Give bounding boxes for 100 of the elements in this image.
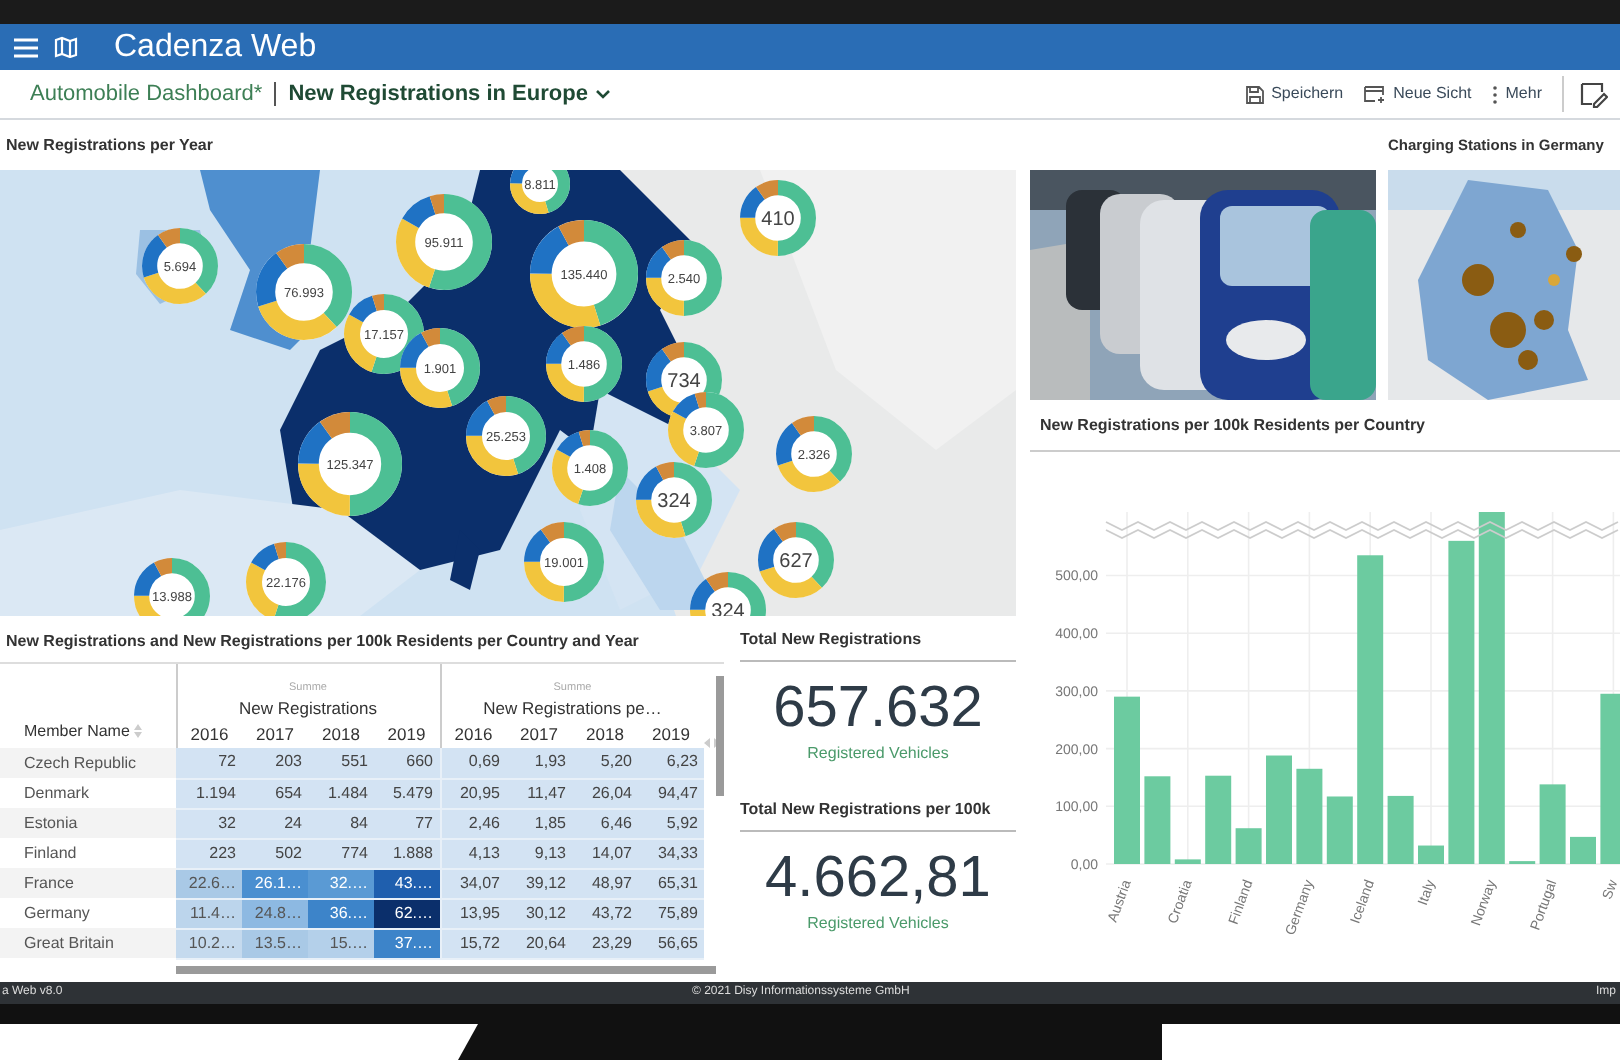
kpi-unit: Registered Vehicles	[807, 742, 949, 766]
toolbar-button[interactable]: Neue Sicht	[1363, 82, 1472, 106]
kpi-title: Total New Registrations per 100k	[740, 798, 991, 822]
table-cell: 30,12	[506, 898, 572, 928]
more-icon	[1491, 85, 1498, 103]
table-cell: 39,12	[506, 868, 572, 898]
table-cell: 660	[374, 748, 440, 778]
table-cell: 37.…	[374, 928, 440, 958]
bar[interactable]	[1570, 836, 1596, 864]
scrollbar[interactable]	[176, 966, 716, 974]
save-icon	[1245, 85, 1264, 103]
table-cell: 14,07	[572, 838, 638, 868]
table-cell: 84	[308, 808, 374, 838]
row-header[interactable]: Great Britain	[16, 928, 176, 958]
scrollbar[interactable]	[716, 676, 724, 796]
table-cell: 2,46	[440, 808, 506, 838]
toolbar-button[interactable]: Mehr	[1491, 82, 1542, 106]
bar[interactable]	[1296, 768, 1323, 864]
table-cell: 26,04	[572, 778, 638, 808]
bar[interactable]	[1205, 775, 1232, 864]
table-cell: 502	[242, 838, 308, 868]
table-cell: 13,95	[440, 898, 506, 928]
cluster-label: 324	[657, 491, 691, 513]
table-cell: 774	[308, 838, 374, 868]
panel-title: New Registrations per 100k Residents per Country	[1040, 413, 1425, 437]
row-header[interactable]: Denmark	[16, 778, 176, 808]
bar[interactable]	[1174, 859, 1201, 864]
table-cell: 24	[242, 808, 308, 838]
table-cell: 48,97	[572, 868, 638, 898]
bar[interactable]	[1357, 555, 1384, 864]
column-header[interactable]: 2019	[638, 720, 704, 748]
edit-icon[interactable]	[1580, 81, 1608, 107]
bar[interactable]	[1418, 845, 1444, 864]
table-cell: 94,47	[638, 778, 704, 808]
cluster-label: 734	[667, 371, 701, 393]
row-header[interactable]: Estonia	[16, 808, 176, 838]
table-cell: 654	[242, 778, 308, 808]
new-window-icon	[1363, 85, 1386, 103]
table-cell: 34,33	[638, 838, 704, 868]
scroll-arrows-icon[interactable]	[704, 738, 720, 748]
table-cell: 62.…	[374, 898, 440, 928]
row-header[interactable]: Czech Republic	[16, 748, 176, 778]
chevron-down-icon	[595, 89, 610, 99]
column-header[interactable]: 2017	[242, 720, 308, 748]
cluster-label: 410	[761, 209, 795, 231]
row-header[interactable]: Finland	[16, 838, 176, 868]
table-cell: 20,95	[440, 778, 506, 808]
table-cell: 77	[374, 808, 440, 838]
kpi-value: 4.662,81	[765, 844, 991, 912]
group-title: New Registrations pe…	[481, 696, 664, 720]
table-cell: 24.8…	[242, 898, 308, 928]
bar[interactable]	[1600, 693, 1620, 864]
donut-marker[interactable]: 627	[758, 522, 834, 598]
table-cell: 1,93	[506, 748, 572, 778]
bar[interactable]	[1114, 696, 1140, 864]
donut-marker[interactable]: 410	[740, 180, 816, 256]
view-dropdown[interactable]: New Registrations in Europe	[288, 77, 610, 111]
bar[interactable]	[1266, 755, 1292, 864]
table-cell: 13.5…	[242, 928, 308, 958]
cluster-label: 627	[779, 551, 813, 573]
table-cell: 551	[308, 748, 374, 778]
table-cell: 0,69	[440, 748, 506, 778]
kpi-unit: Registered Vehicles	[807, 912, 949, 936]
table-cell: 9,13	[506, 838, 572, 868]
toolbar-button[interactable]: Speichern	[1245, 82, 1344, 106]
column-header[interactable]: Member Name	[16, 664, 176, 748]
table-cell: 5.479	[374, 778, 440, 808]
table-cell: 15.…	[308, 928, 374, 958]
row-header[interactable]: France	[16, 868, 176, 898]
column-header[interactable]: 2019	[374, 720, 440, 748]
table-cell: 15,72	[440, 928, 506, 958]
donut-marker[interactable]: 324	[636, 462, 712, 538]
table-cell: 6,46	[572, 808, 638, 838]
table-cell: 23,29	[572, 928, 638, 958]
map-icon[interactable]	[54, 36, 78, 58]
row-header[interactable]: Germany	[16, 898, 176, 928]
column-header[interactable]: 2018	[308, 720, 374, 748]
bar[interactable]	[1387, 795, 1414, 864]
table-cell: 6,23	[638, 748, 704, 778]
table-cell: 223	[176, 838, 242, 868]
bar[interactable]	[1539, 784, 1566, 864]
kpi-title: Total New Registrations	[740, 628, 922, 652]
table-cell: 203	[242, 748, 308, 778]
table-cell: 1.194	[176, 778, 242, 808]
bar[interactable]	[1478, 512, 1505, 864]
menu-icon[interactable]	[14, 37, 38, 57]
bar[interactable]	[1235, 828, 1262, 864]
table-cell: 1.484	[308, 778, 374, 808]
column-header[interactable]: 2018	[572, 720, 638, 748]
app-title: Cadenza Web	[114, 27, 317, 67]
table-cell: 22.6…	[176, 868, 242, 898]
bar[interactable]	[1448, 540, 1475, 864]
table-cell: 1.888	[374, 838, 440, 868]
table-cell: 11.4…	[176, 898, 242, 928]
breadcrumb-link[interactable]: Automobile Dashboard*	[30, 77, 263, 111]
bar[interactable]	[1326, 796, 1353, 864]
group-title: New Registrations	[237, 696, 379, 720]
table-cell: 43.…	[374, 868, 440, 898]
column-header[interactable]: 2017	[506, 720, 572, 748]
bar[interactable]	[1144, 776, 1171, 864]
